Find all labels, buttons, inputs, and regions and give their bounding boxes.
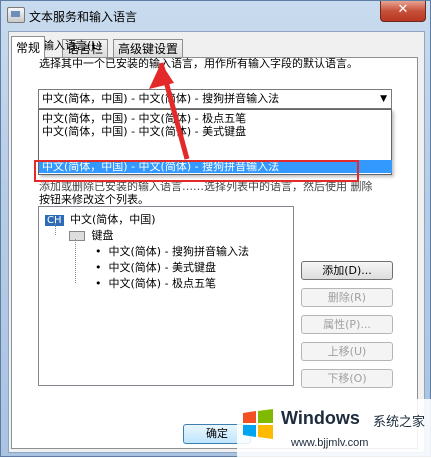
tree-ime-label: 中文(简体) - 美式键盘 [108, 261, 217, 274]
watermark-logo: Windows 系统之家 www.bjjmlv.com [237, 399, 431, 458]
watermark-cn: 系统之家 [373, 415, 426, 430]
watermark-url: www.bjjmlv.com [291, 437, 369, 449]
dialog-window: 文本服务和输入语言 ✕ 常规 语言栏 高级键设置 默认输入语言(L) 选择其中一… [0, 0, 431, 458]
close-button[interactable]: ✕ [380, 1, 426, 22]
tree-ime-label: 中文(简体) - 极点五笔 [108, 277, 217, 290]
move-down-button[interactable]: 下移(O) [301, 369, 393, 388]
window-title: 文本服务和输入语言 [29, 10, 138, 24]
default-language-description: 选择其中一个已安装的输入语言，用作所有输入字段的默认语言。 [39, 57, 358, 70]
tree-language-node[interactable]: CH 中文(简体，中国) [45, 211, 156, 227]
title-bar[interactable]: 文本服务和输入语言 ✕ [1, 1, 430, 31]
tree-language-label: 中文(简体，中国) [70, 213, 156, 226]
keyboard-icon [69, 231, 85, 241]
add-button[interactable]: 添加(D)... [301, 261, 393, 280]
remove-button[interactable]: 删除(R) [301, 288, 393, 307]
tree-ime-item[interactable]: • 中文(简体) - 搜狗拼音输入法 [95, 243, 249, 259]
tree-connector [75, 239, 76, 283]
keyboard-app-icon [7, 7, 25, 23]
properties-button[interactable]: 属性(P)... [301, 315, 393, 334]
tree-keyboard-label: 键盘 [91, 229, 114, 242]
move-up-button[interactable]: 上移(U) [301, 342, 393, 361]
annotation-highlight-box [34, 160, 359, 182]
tab-general[interactable]: 常规 [11, 36, 46, 59]
chevron-down-icon[interactable]: ▼ [380, 90, 387, 108]
tree-ime-label: 中文(简体) - 搜狗拼音输入法 [108, 245, 250, 258]
windows-logo-icon [243, 409, 273, 439]
installed-services-tree[interactable]: CH 中文(简体，中国) 键盘 • 中文(简体) - 搜狗拼音输入法 • 中文(… [38, 206, 294, 386]
watermark-brand: Windows [281, 408, 360, 428]
tree-ime-item[interactable]: • 中文(简体) - 美式键盘 [95, 259, 216, 275]
installed-languages-description-2: 按钮来修改这个列表。 [39, 193, 149, 206]
default-language-combobox[interactable]: 中文(简体，中国) - 中文(简体) - 搜狗拼音输入法 ▼ [38, 89, 392, 109]
combobox-value: 中文(简体，中国) - 中文(简体) - 搜狗拼音输入法 [42, 92, 280, 105]
dropdown-option[interactable]: 中文(简体，中国) - 中文(简体) - 美式键盘 [39, 125, 392, 138]
dropdown-option[interactable]: 中文(简体，中国) - 中文(简体) - 极点五笔 [39, 112, 392, 125]
tree-connector [55, 223, 56, 235]
tree-ime-item[interactable]: • 中文(简体) - 极点五笔 [95, 275, 216, 291]
